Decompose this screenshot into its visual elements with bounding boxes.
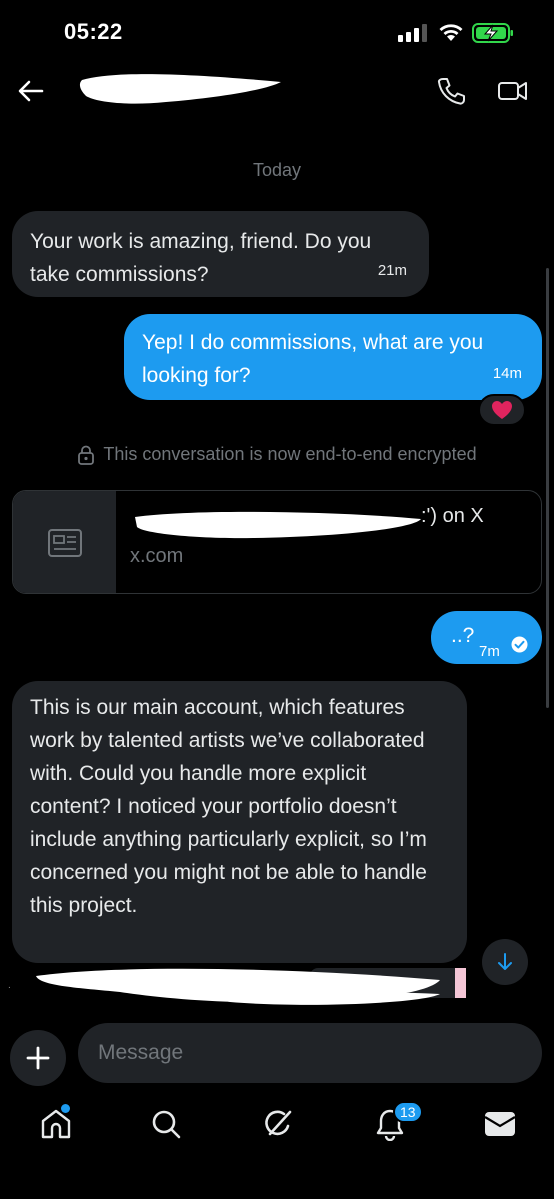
message-text: Your work is amazing, friend. Do you tak… bbox=[30, 230, 372, 286]
read-receipt-check-icon bbox=[511, 636, 528, 653]
svg-text:.: . bbox=[8, 980, 11, 991]
tab-grok[interactable] bbox=[258, 1104, 298, 1144]
message-text: This is our main account, which features… bbox=[30, 696, 427, 917]
home-unread-dot bbox=[61, 1104, 70, 1113]
tab-messages[interactable] bbox=[480, 1104, 520, 1144]
lock-icon bbox=[78, 445, 95, 465]
message-input[interactable] bbox=[78, 1023, 542, 1083]
outgoing-message[interactable]: Yep! I do commissions, what are you look… bbox=[124, 314, 542, 400]
phone-call-icon[interactable] bbox=[437, 76, 465, 106]
arrow-down-icon bbox=[498, 953, 512, 970]
message-timestamp: 7m bbox=[479, 643, 500, 660]
tab-search[interactable] bbox=[146, 1104, 186, 1144]
message-timestamp: 14m bbox=[492, 365, 522, 382]
incoming-message[interactable]: This is our main account, which features… bbox=[12, 681, 467, 963]
grok-icon bbox=[265, 1110, 292, 1136]
message-text: ..? bbox=[451, 624, 475, 647]
article-icon bbox=[47, 529, 82, 557]
video-call-icon[interactable] bbox=[497, 76, 529, 106]
message-text: Yep! I do commissions, what are you look… bbox=[142, 331, 484, 387]
link-title: :') on X bbox=[421, 505, 484, 527]
redacted-link-title bbox=[135, 511, 421, 539]
date-separator: Today bbox=[252, 160, 302, 180]
redacted-message-preview: . bbox=[8, 968, 466, 1005]
status-time: 05:22 bbox=[64, 19, 123, 44]
tab-home[interactable] bbox=[36, 1104, 76, 1144]
search-icon bbox=[152, 1110, 181, 1139]
encryption-notice-text: This conversation is now end-to-end encr… bbox=[103, 444, 477, 464]
conversation-header bbox=[0, 62, 554, 122]
outgoing-message[interactable]: ..? 7m bbox=[431, 611, 542, 664]
envelope-icon bbox=[484, 1112, 516, 1136]
message-composer bbox=[0, 1020, 554, 1086]
scroll-to-bottom-button[interactable] bbox=[482, 939, 528, 985]
status-bar: 05:22 bbox=[0, 0, 554, 62]
back-button[interactable] bbox=[16, 76, 46, 106]
link-preview-card[interactable]: :') on X x.com bbox=[12, 490, 542, 594]
bottom-tab-bar bbox=[0, 1094, 554, 1154]
cellular-signal-icon bbox=[398, 24, 427, 42]
notifications-badge: 13 bbox=[393, 1101, 423, 1123]
message-timestamp: 21m bbox=[377, 262, 407, 279]
scrollbar[interactable] bbox=[546, 268, 549, 708]
arrow-left-icon bbox=[18, 80, 44, 102]
heart-icon bbox=[492, 401, 512, 419]
heart-reaction[interactable] bbox=[478, 394, 526, 426]
redacted-contact-name[interactable] bbox=[76, 68, 286, 108]
incoming-message[interactable]: Your work is amazing, friend. Do you tak… bbox=[12, 211, 429, 297]
wifi-icon bbox=[439, 24, 463, 41]
battery-charging-icon bbox=[472, 23, 513, 43]
add-attachment-button[interactable] bbox=[10, 1030, 66, 1086]
link-domain: x.com bbox=[130, 545, 184, 567]
encryption-notice: This conversation is now end-to-end encr… bbox=[0, 444, 554, 465]
link-thumbnail bbox=[13, 491, 116, 593]
plus-icon bbox=[26, 1046, 50, 1070]
